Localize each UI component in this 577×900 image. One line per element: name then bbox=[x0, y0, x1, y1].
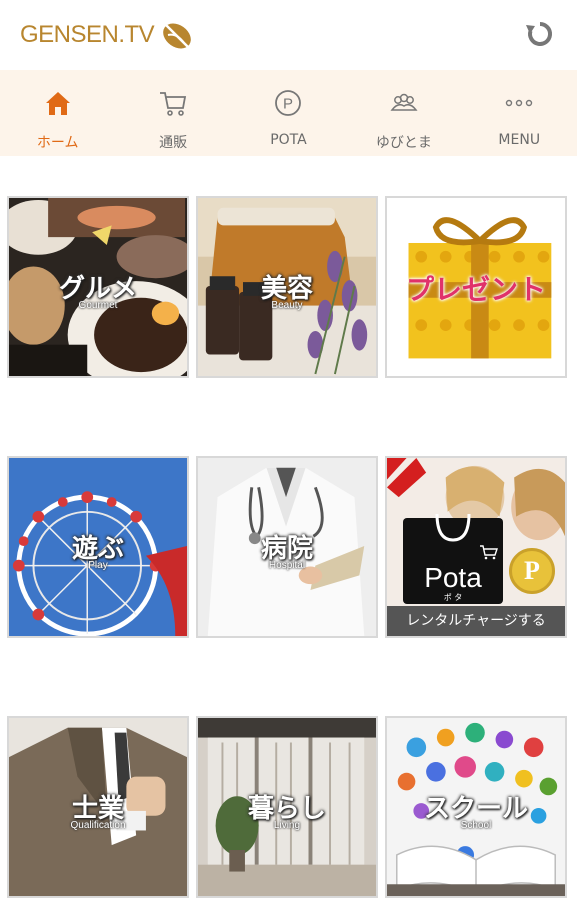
tile-title: プレゼント bbox=[405, 273, 546, 306]
nav-item-pota[interactable]: P POTA bbox=[231, 70, 346, 156]
tile-subtitle: Hospital bbox=[268, 560, 306, 571]
rental-charge-label: レンタルチャージする bbox=[387, 606, 565, 636]
pota-logo-text: Pota bbox=[424, 562, 482, 593]
logo[interactable]: GENSEN.TV bbox=[20, 19, 194, 51]
tile-subtitle: Living bbox=[273, 820, 301, 831]
tile-subtitle: School bbox=[460, 820, 492, 831]
nav-item-shop[interactable]: 通販 bbox=[115, 70, 230, 156]
nav-label: ホーム bbox=[36, 135, 79, 151]
tile-pota[interactable]: Pota ポ タ P レンタルチャージする bbox=[385, 456, 567, 638]
tile-play[interactable]: 遊ぶ Play bbox=[7, 456, 189, 638]
logo-text: GENSEN.TV bbox=[20, 21, 155, 48]
tile-present[interactable]: プレゼント bbox=[385, 196, 567, 378]
p-coin-icon: P bbox=[509, 548, 555, 594]
app-header: GENSEN.TV bbox=[0, 0, 577, 70]
tile-subtitle: Beauty bbox=[271, 300, 303, 311]
tile-living[interactable]: 暮らし Living bbox=[196, 716, 378, 898]
bag-handle-icon bbox=[435, 514, 471, 542]
tile-gourmet[interactable]: グルメ Gourmet bbox=[7, 196, 189, 378]
tile-subtitle: Gourmet bbox=[78, 300, 118, 311]
tile-hospital[interactable]: 病院 Hospital bbox=[196, 456, 378, 638]
tile-subtitle: Qualification bbox=[70, 820, 126, 831]
nav-label: POTA bbox=[270, 132, 307, 148]
nav-item-menu[interactable]: MENU bbox=[462, 70, 577, 156]
people-icon bbox=[390, 93, 418, 111]
dots-icon bbox=[506, 99, 533, 107]
nav-label: MENU bbox=[498, 132, 541, 148]
p-circle-icon: P bbox=[275, 90, 302, 116]
tile-subtitle: Play bbox=[88, 560, 108, 571]
cart-icon bbox=[480, 545, 498, 560]
tile-beauty[interactable]: 美容 Beauty bbox=[196, 196, 378, 378]
cart-icon bbox=[160, 92, 187, 116]
home-icon bbox=[45, 92, 70, 115]
tile-qualification[interactable]: 士業 Qualification bbox=[7, 716, 189, 898]
refresh-icon[interactable] bbox=[522, 16, 558, 52]
pota-logo-kana: ポ タ bbox=[443, 593, 463, 602]
nav-label: 通販 bbox=[159, 135, 188, 151]
main-nav: ホーム 通販 P POTA ゆびとま MENU bbox=[0, 70, 577, 156]
nav-item-yubitoma[interactable]: ゆびとま bbox=[346, 70, 461, 156]
nav-label: ゆびとま bbox=[375, 135, 432, 151]
bean-icon bbox=[163, 23, 192, 49]
tile-school[interactable]: スクール School bbox=[385, 716, 567, 898]
svg-text:P: P bbox=[283, 96, 293, 113]
nav-item-home[interactable]: ホーム bbox=[0, 70, 115, 156]
